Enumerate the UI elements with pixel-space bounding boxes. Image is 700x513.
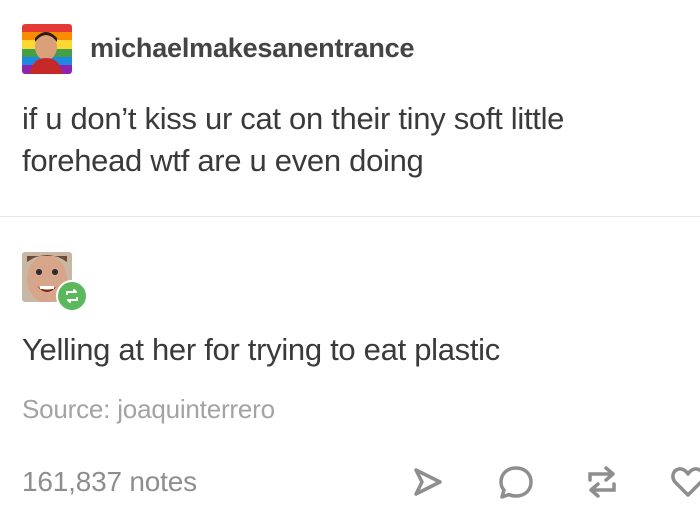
reblog-badge-icon (56, 280, 88, 312)
avatar[interactable] (22, 24, 72, 74)
tumblr-post: michaelmakesanentrance if u don’t kiss u… (0, 0, 700, 513)
reblog-icon[interactable] (582, 462, 622, 502)
divider (0, 216, 700, 217)
source-link[interactable]: Source: joaquinterrero (22, 394, 275, 425)
reblog-text: Yelling at her for trying to eat plastic (22, 332, 500, 367)
like-icon[interactable] (668, 462, 700, 502)
username[interactable]: michaelmakesanentrance (90, 33, 414, 64)
share-icon[interactable] (408, 462, 448, 502)
post-text: if u don’t kiss ur cat on their tiny sof… (22, 101, 565, 178)
reply-icon[interactable] (496, 462, 536, 502)
notes-count[interactable]: 161,837 notes (22, 466, 197, 498)
